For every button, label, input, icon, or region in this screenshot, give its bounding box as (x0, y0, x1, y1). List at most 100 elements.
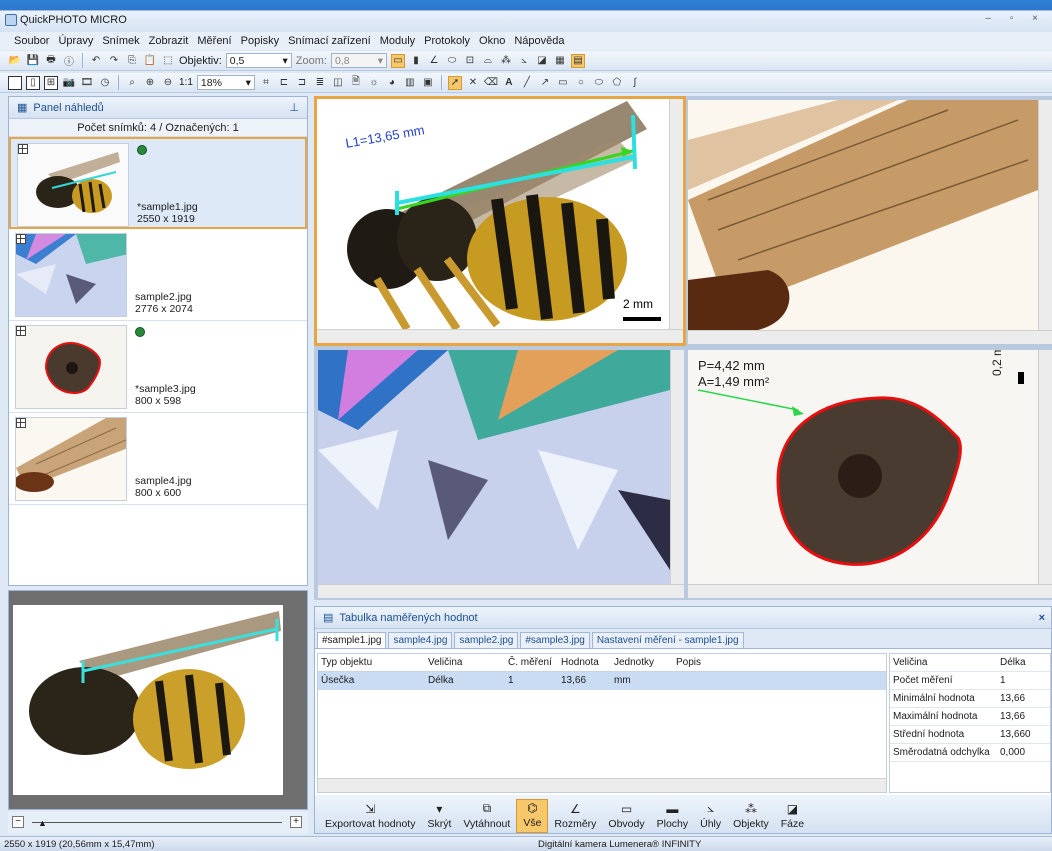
vertical-scrollbar[interactable] (670, 350, 684, 584)
menu-zobrazit[interactable]: Zobrazit (149, 35, 189, 47)
tab-sample3[interactable]: #sample3.jpg (520, 632, 590, 648)
angle-measure-icon[interactable]: ⦣ (517, 54, 531, 68)
zoom-percent-select[interactable]: 18% ▾ (196, 75, 255, 90)
film-icon[interactable]: 🎞 (80, 76, 94, 90)
info-icon[interactable]: ⓘ (62, 54, 76, 68)
menu-upravy[interactable]: Úpravy (58, 35, 93, 47)
pin-icon[interactable]: ⊥ (289, 101, 299, 114)
zoom-out-button[interactable]: − (12, 816, 24, 828)
ratio-button[interactable]: 1:1 (179, 77, 193, 88)
compare-icon[interactable]: ◫ (331, 76, 345, 90)
polygon-icon[interactable]: ⬭ (445, 54, 459, 68)
vertical-bar-icon[interactable]: ▮ (409, 54, 423, 68)
zoom-in-button[interactable]: + (290, 816, 302, 828)
horizontal-scrollbar[interactable] (318, 584, 684, 598)
rect-measure-icon[interactable]: ⊡ (463, 54, 477, 68)
angle-icon[interactable]: ∠ (427, 54, 441, 68)
close-icon[interactable]: × (1039, 612, 1045, 624)
thumbnail-item[interactable]: *sample3.jpg 800 x 598 (9, 321, 307, 413)
open-folder-icon[interactable]: 📂 (8, 54, 22, 68)
fill-icon[interactable]: ◪ (535, 54, 549, 68)
image-pane-sample1[interactable]: L1=13,65 mm 2 mm (314, 96, 686, 346)
color-icon[interactable]: ◕ (385, 76, 399, 90)
save-icon[interactable]: 💾 (26, 54, 40, 68)
navigator-preview[interactable] (8, 590, 308, 810)
table-row[interactable]: Úsečka Délka 1 13,66 mm (318, 672, 886, 690)
horizontal-scrollbar[interactable] (318, 778, 886, 792)
zoom-slider-thumb[interactable]: ▲ (38, 818, 47, 828)
calendar-icon[interactable]: ▣ (421, 76, 435, 90)
copy-icon[interactable]: ⎘ (125, 54, 139, 68)
menu-okno[interactable]: Okno (479, 35, 505, 47)
text-tool-icon[interactable]: A (502, 76, 516, 90)
filter-perimeters-button[interactable]: ▭ Obvody (602, 799, 650, 833)
filter-all-button[interactable]: ⌬ Vše (516, 799, 549, 833)
tab-sample2[interactable]: sample2.jpg (454, 632, 519, 648)
freehand-shape-icon[interactable]: ⬠ (610, 76, 624, 90)
count-icon[interactable]: ⁂ (499, 54, 513, 68)
eraser-icon[interactable]: ⌫ (484, 76, 498, 90)
vertical-scrollbar[interactable] (669, 99, 683, 329)
document-icon[interactable]: 🗎 (349, 76, 363, 90)
filter-angles-button[interactable]: ⦣ Úhly (694, 799, 727, 833)
timer-icon[interactable]: ◷ (98, 76, 112, 90)
single-view-icon[interactable] (8, 75, 22, 90)
arrow-icon[interactable]: ↗ (538, 76, 552, 90)
delete-icon[interactable]: ✕ (466, 76, 480, 90)
zoom-select[interactable]: 0,8 ▾ (330, 53, 387, 68)
shape-measure-icon[interactable]: ⌓ (481, 54, 495, 68)
line-icon[interactable]: ╱ (520, 76, 534, 90)
horizontal-scrollbar[interactable] (688, 584, 1052, 598)
tab-settings[interactable]: Nastavení měření - sample1.jpg (591, 632, 744, 648)
filter-dimensions-button[interactable]: ∠ Rozměry (548, 799, 602, 833)
crop-tool-icon[interactable]: ⌗ (259, 76, 273, 90)
detach-button[interactable]: ⧉ Vytáhnout (457, 799, 516, 833)
filter-areas-button[interactable]: ▬ Plochy (651, 799, 695, 833)
tab-sample1[interactable]: #sample1.jpg (317, 632, 387, 648)
filter-phases-button[interactable]: ◪ Fáze (775, 799, 810, 833)
split-view-icon[interactable]: ▯ (26, 75, 40, 90)
thumbnail-item[interactable]: sample4.jpg 800 x 600 (9, 413, 307, 505)
rectangle-icon[interactable]: ▭ (556, 76, 570, 90)
align-icon[interactable]: ⊏ (277, 76, 291, 90)
vertical-scrollbar[interactable] (1038, 100, 1052, 330)
vertical-scrollbar[interactable] (1038, 350, 1052, 584)
thumbnail-item[interactable]: *sample1.jpg 2550 x 1919 (9, 137, 307, 229)
zoom-out-icon[interactable]: ⊖ (161, 76, 175, 90)
print-icon[interactable]: 🖶 (44, 54, 58, 68)
paste-icon[interactable]: 📋 (143, 54, 157, 68)
image-pane-sample4[interactable] (688, 100, 1052, 344)
redo-icon[interactable]: ↷ (107, 54, 121, 68)
hide-button[interactable]: ▾ Skrýt (421, 799, 457, 833)
zoom-slider-track[interactable] (32, 822, 282, 823)
filter-icon[interactable]: ☼ (367, 76, 381, 90)
menu-popisky[interactable]: Popisky (241, 35, 280, 47)
menu-mereni[interactable]: Měření (197, 35, 231, 47)
zoom-in-icon[interactable]: ⊕ (143, 76, 157, 90)
tab-sample4[interactable]: sample4.jpg (388, 632, 453, 648)
ellipse-icon[interactable]: ⬭ (592, 76, 606, 90)
crop-icon[interactable]: ⬚ (161, 54, 175, 68)
menu-napoveda[interactable]: Nápověda (514, 35, 564, 47)
quad-view-icon[interactable]: ⊞ (44, 75, 58, 90)
window-controls[interactable]: – ▫ × (985, 13, 1046, 24)
layout-icon[interactable]: ⊐ (295, 76, 309, 90)
calibration-icon[interactable]: ▭ (390, 53, 405, 68)
horizontal-scrollbar[interactable] (688, 330, 1052, 344)
stack-icon[interactable]: ≣ (313, 76, 327, 90)
undo-icon[interactable]: ↶ (89, 54, 103, 68)
pointer-icon[interactable]: ➚ (447, 75, 462, 90)
measurement-table-icon[interactable]: ▤ (570, 53, 585, 68)
image-pane-sample3[interactable]: P=4,42 mm A=1,49 mm² 0,2 mm (688, 350, 1052, 598)
thumbnail-item[interactable]: sample2.jpg 2776 x 2074 (9, 229, 307, 321)
export-values-button[interactable]: ⇲ Exportovat hodnoty (319, 799, 421, 833)
menu-moduly[interactable]: Moduly (380, 35, 415, 47)
menu-snimek[interactable]: Snímek (102, 35, 139, 47)
menu-protokoly[interactable]: Protokoly (424, 35, 470, 47)
menu-soubor[interactable]: Soubor (14, 35, 49, 47)
camera-icon[interactable]: 📷 (62, 76, 76, 90)
circle-icon[interactable]: ○ (574, 76, 588, 90)
curve-icon[interactable]: ∫ (628, 76, 642, 90)
filter-objects-button[interactable]: ⁂ Objekty (727, 799, 775, 833)
objektiv-select[interactable]: 0,5 ▾ (225, 53, 292, 68)
